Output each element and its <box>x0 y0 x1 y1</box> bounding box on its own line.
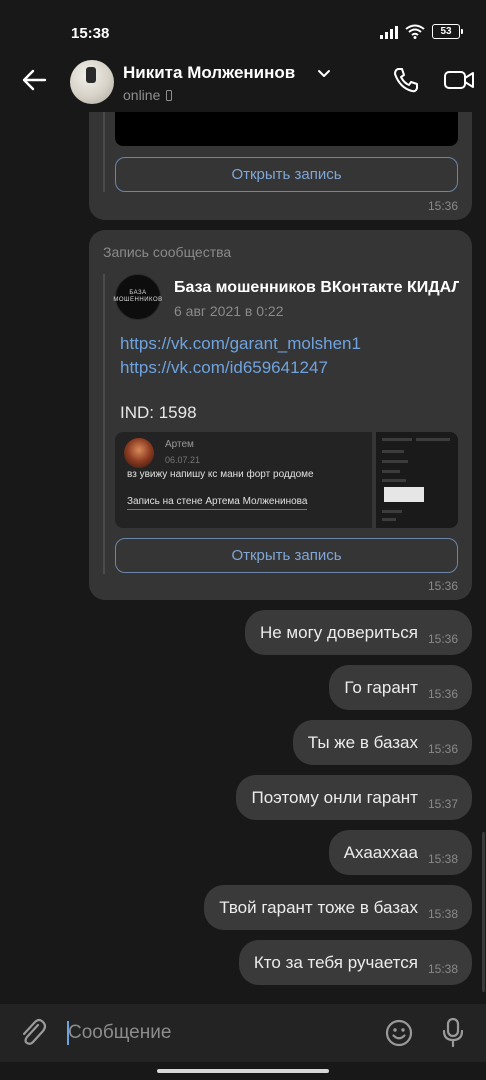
paperclip-icon[interactable] <box>18 1016 48 1048</box>
chat-scrollbar[interactable] <box>482 832 485 992</box>
message-text: Поэтому онли гарант <box>251 787 418 807</box>
incoming-repost-message[interactable]: Запись сообщества БАЗА МОШЕННИКОВ База м… <box>89 230 472 600</box>
message-time: 15:38 <box>427 851 458 866</box>
message-input[interactable] <box>68 1018 368 1048</box>
post-link[interactable]: https://vk.com/garant_molshen1 <box>120 334 361 354</box>
outgoing-message[interactable]: Ахааххаа 15:38 <box>328 830 472 875</box>
contact-avatar[interactable] <box>70 60 114 104</box>
chat-area[interactable]: Открыть запись 15:36 Запись сообщества Б… <box>0 112 486 1004</box>
community-avatar[interactable]: БАЗА МОШЕННИКОВ <box>113 274 163 320</box>
message-time: 15:36 <box>427 579 458 593</box>
emoji-icon[interactable] <box>384 1018 414 1048</box>
message-time: 15:36 <box>427 686 458 701</box>
message-time: 15:37 <box>427 796 458 811</box>
battery-level: 53 <box>440 26 452 37</box>
back-arrow-icon[interactable] <box>20 66 48 94</box>
outgoing-message[interactable]: Кто за тебя ручается 15:38 <box>238 940 472 985</box>
system-navigation-bar <box>0 1062 486 1080</box>
message-composer <box>0 1004 486 1062</box>
outgoing-message[interactable]: Поэтому онли гарант 15:37 <box>236 775 472 820</box>
message-time: 15:36 <box>427 631 458 646</box>
contact-name[interactable]: Никита Молженинов <box>123 63 295 83</box>
phone-call-icon[interactable] <box>392 66 420 94</box>
chevron-down-icon[interactable] <box>317 66 331 80</box>
home-gesture-handle[interactable] <box>157 1069 329 1073</box>
message-text: Ты же в базах <box>307 732 418 752</box>
battery-icon: 53 <box>432 24 463 39</box>
post-date: 6 авг 2021 в 0:22 <box>174 303 284 319</box>
signal-icon <box>380 25 398 39</box>
message-text: Кто за тебя ручается <box>253 952 418 972</box>
outgoing-message[interactable]: Го гарант 15:36 <box>329 665 472 710</box>
attachment-date: 06.07.21 <box>165 455 201 465</box>
chat-header: Никита Молженинов online <box>0 52 486 112</box>
post-link[interactable]: https://vk.com/id659641247 <box>120 358 328 378</box>
open-post-button[interactable]: Открыть запись <box>115 157 458 192</box>
attachment-thumbnail[interactable] <box>376 432 458 528</box>
outgoing-message[interactable]: Не могу довериться 15:36 <box>244 610 472 655</box>
contact-status: online <box>123 87 173 103</box>
quote-bar <box>103 274 105 574</box>
post-media[interactable] <box>115 112 458 146</box>
status-bar: 15:38 53 <box>0 0 486 52</box>
message-text: Не могу довериться <box>259 622 418 642</box>
video-call-icon[interactable] <box>443 66 475 94</box>
status-icons: 53 <box>380 24 463 39</box>
outgoing-message[interactable]: Твой гарант тоже в базах 15:38 <box>204 885 472 930</box>
attachment-screenshot[interactable]: Артем 06.07.21 вз увижу напишу кс мани ф… <box>115 432 372 528</box>
message-time: 15:38 <box>427 961 458 976</box>
message-text: Ахааххаа <box>343 842 418 862</box>
attachment-avatar <box>124 438 154 468</box>
incoming-post-message[interactable]: Открыть запись 15:36 <box>89 112 472 220</box>
message-time: 15:36 <box>427 199 458 213</box>
wifi-icon <box>405 24 425 39</box>
message-text: Го гарант <box>344 677 418 697</box>
community-name[interactable]: База мошенников ВКонтакте КИДАЛЫ <box>174 279 459 297</box>
attachment-author: Артем <box>165 439 194 450</box>
message-time: 15:38 <box>427 906 458 921</box>
community-avatar-text: БАЗА МОШЕННИКОВ <box>113 290 163 303</box>
message-text: Твой гарант тоже в базах <box>219 897 418 917</box>
online-status: online <box>123 87 161 103</box>
quote-bar <box>103 112 105 192</box>
mobile-device-icon <box>166 89 173 101</box>
open-post-button[interactable]: Открыть запись <box>115 538 458 573</box>
community-post-label: Запись сообщества <box>103 244 232 260</box>
microphone-icon[interactable] <box>440 1016 466 1048</box>
attachment-record-link: Запись на стене Артема Молженинова <box>127 496 308 510</box>
post-text: IND: 1598 <box>120 403 197 422</box>
attachment-text: вз увижу напишу кс мани форт роддоме <box>127 469 314 480</box>
outgoing-message[interactable]: Ты же в базах 15:36 <box>292 720 472 765</box>
status-time: 15:38 <box>71 25 110 42</box>
message-time: 15:36 <box>427 741 458 756</box>
